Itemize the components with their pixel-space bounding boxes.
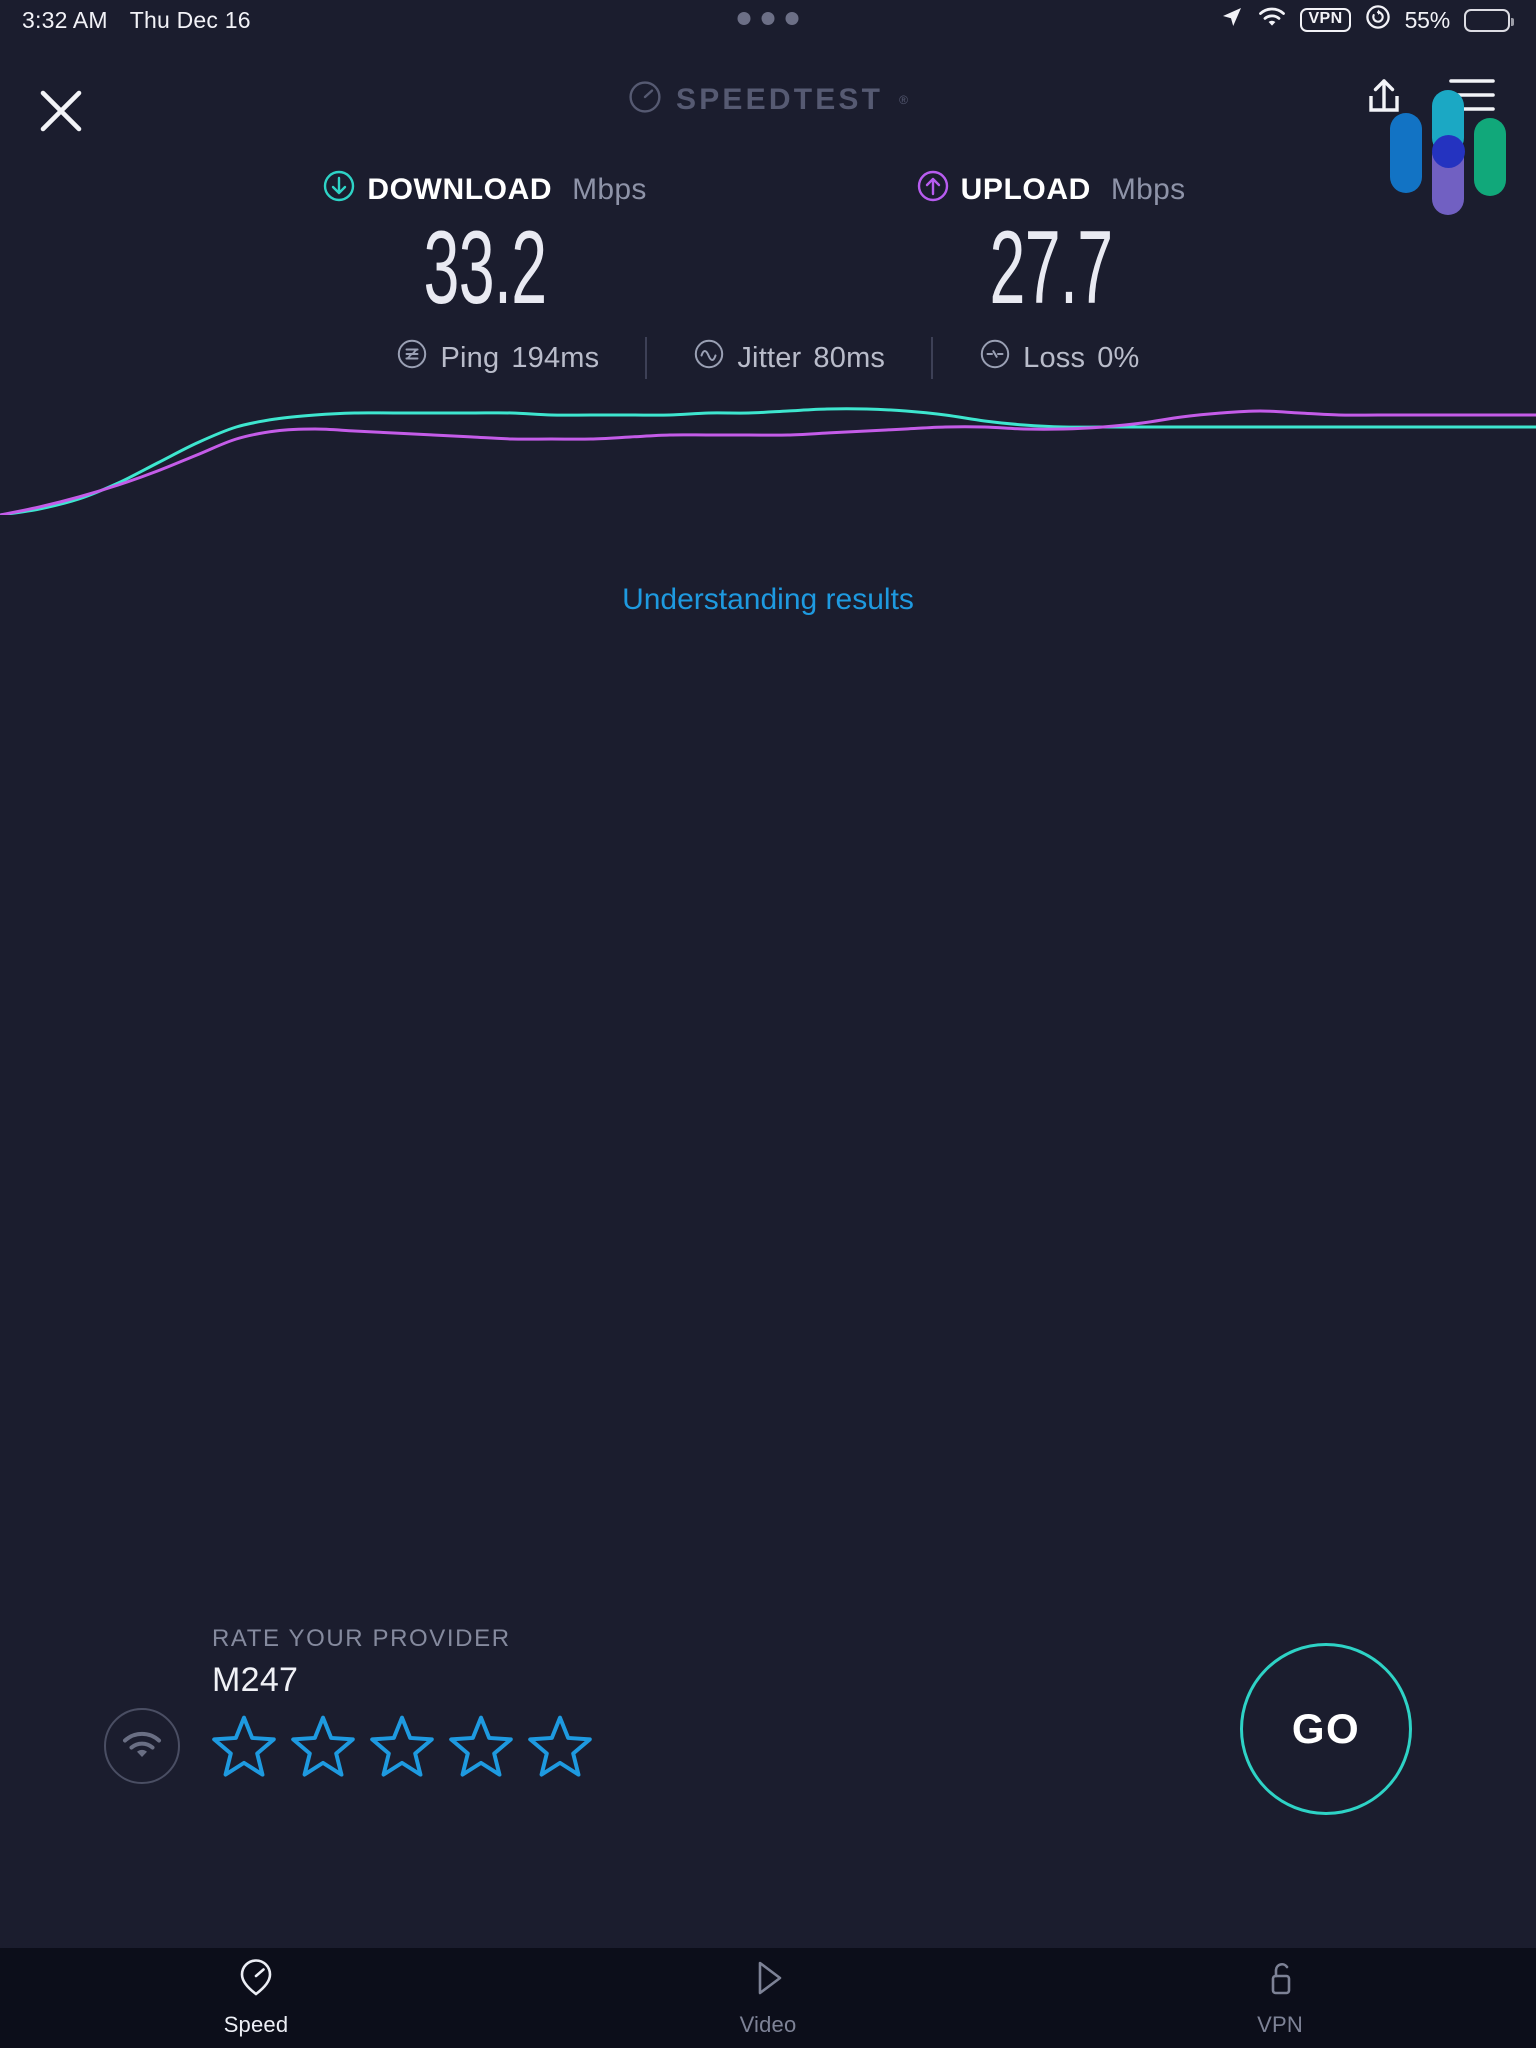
ping-metric: Ping 194ms [396,338,599,378]
multitasking-dot [761,12,775,25]
ping-value: 194ms [511,341,600,374]
tab-video[interactable]: Video [512,1948,1024,2048]
tab-speed[interactable]: Speed [0,1948,512,2048]
star-rating[interactable] [212,1715,592,1777]
speedtest-app-screen: 3:32 AM Thu Dec 16 VPN 55% SPEEDTEST ® D… [0,0,1536,2048]
share-icon[interactable] [1362,76,1406,129]
vpn-badge-icon: VPN [1300,8,1351,32]
ping-icon [396,338,428,378]
results-panel: DOWNLOAD Mbps 33.2 UPLOAD Mbps 27.7 Ping… [0,170,1536,380]
status-bar-right: VPN 55% [1220,4,1514,36]
rating-star[interactable] [291,1715,355,1777]
header-actions [1362,76,1496,129]
rotation-lock-icon [1365,4,1391,36]
network-quality-row: Ping 194ms Jitter 80ms Loss 0% [0,337,1536,380]
speed-metrics-row: DOWNLOAD Mbps 33.2 UPLOAD Mbps 27.7 [0,170,1536,323]
understanding-results-link[interactable]: Understanding results [0,583,1536,617]
multitasking-dot [737,12,751,25]
tab-video-label: Video [739,2012,797,2037]
upload-unit: Mbps [1110,173,1186,206]
upload-metric: UPLOAD Mbps 27.7 [886,170,1216,323]
wifi-icon [1258,6,1286,34]
metric-divider [931,337,934,380]
upload-value: 27.7 [989,210,1113,326]
wifi-circle-icon [104,1708,180,1784]
battery-icon [1464,8,1514,32]
close-icon[interactable] [38,88,84,134]
promo-circle [1432,135,1465,168]
ping-label: Ping [440,341,500,374]
speed-gauge-icon [236,1958,276,2003]
location-arrow-icon [1220,5,1244,35]
isp-name: M247 [212,1661,299,1699]
loss-label: Loss [1023,341,1086,374]
loss-value: 0% [1097,341,1140,374]
upload-arrow-icon [917,170,949,210]
rating-star[interactable] [528,1715,592,1777]
rating-star[interactable] [449,1715,513,1777]
bottom-tab-bar: Speed Video VPN [0,1948,1536,2048]
download-label: DOWNLOAD [367,173,553,206]
download-header: DOWNLOAD Mbps [320,170,650,210]
loss-metric: Loss 0% [979,338,1139,378]
status-bar: 3:32 AM Thu Dec 16 VPN 55% [0,0,1536,40]
jitter-value: 80ms [813,341,886,374]
gauge-logo-icon [628,80,662,119]
upload-label: UPLOAD [960,173,1091,206]
brand-title: SPEEDTEST [675,82,884,116]
download-arrow-icon [323,170,355,210]
download-unit: Mbps [572,173,647,206]
speedtest-logo: SPEEDTEST ® [628,80,908,119]
status-date: Thu Dec 16 [129,6,251,33]
tab-vpn-label: VPN [1257,2012,1303,2037]
video-play-icon [748,1958,788,2003]
go-button[interactable]: GO [1240,1643,1412,1815]
multitasking-dot [785,12,799,25]
rating-star[interactable] [212,1715,276,1777]
download-value: 33.2 [423,210,547,326]
tab-speed-label: Speed [223,2012,289,2037]
download-metric: DOWNLOAD Mbps 33.2 [320,170,650,323]
rating-star[interactable] [370,1715,434,1777]
download-line [0,407,1536,517]
upload-header: UPLOAD Mbps [886,170,1216,210]
multitasking-indicator[interactable] [737,12,799,25]
rate-provider-title: RATE YOUR PROVIDER [212,1625,511,1652]
jitter-metric: Jitter 80ms [693,338,885,378]
app-header: SPEEDTEST ® [0,40,1536,215]
hamburger-menu-icon[interactable] [1448,76,1496,119]
rate-provider-section: RATE YOUR PROVIDER M247 [104,1625,744,1784]
tab-vpn[interactable]: VPN [1024,1948,1536,2048]
metric-divider [645,337,648,380]
battery-percent: 55% [1404,6,1451,33]
vpn-unlock-icon [1260,1958,1300,2003]
brand-trademark: ® [899,92,909,107]
status-bar-left: 3:32 AM Thu Dec 16 [22,7,251,34]
status-time: 3:32 AM [22,6,108,33]
jitter-icon [693,338,725,378]
rating-row [104,1708,744,1784]
jitter-label: Jitter [737,341,802,374]
loss-icon [979,338,1011,378]
speed-graph [0,395,1536,517]
